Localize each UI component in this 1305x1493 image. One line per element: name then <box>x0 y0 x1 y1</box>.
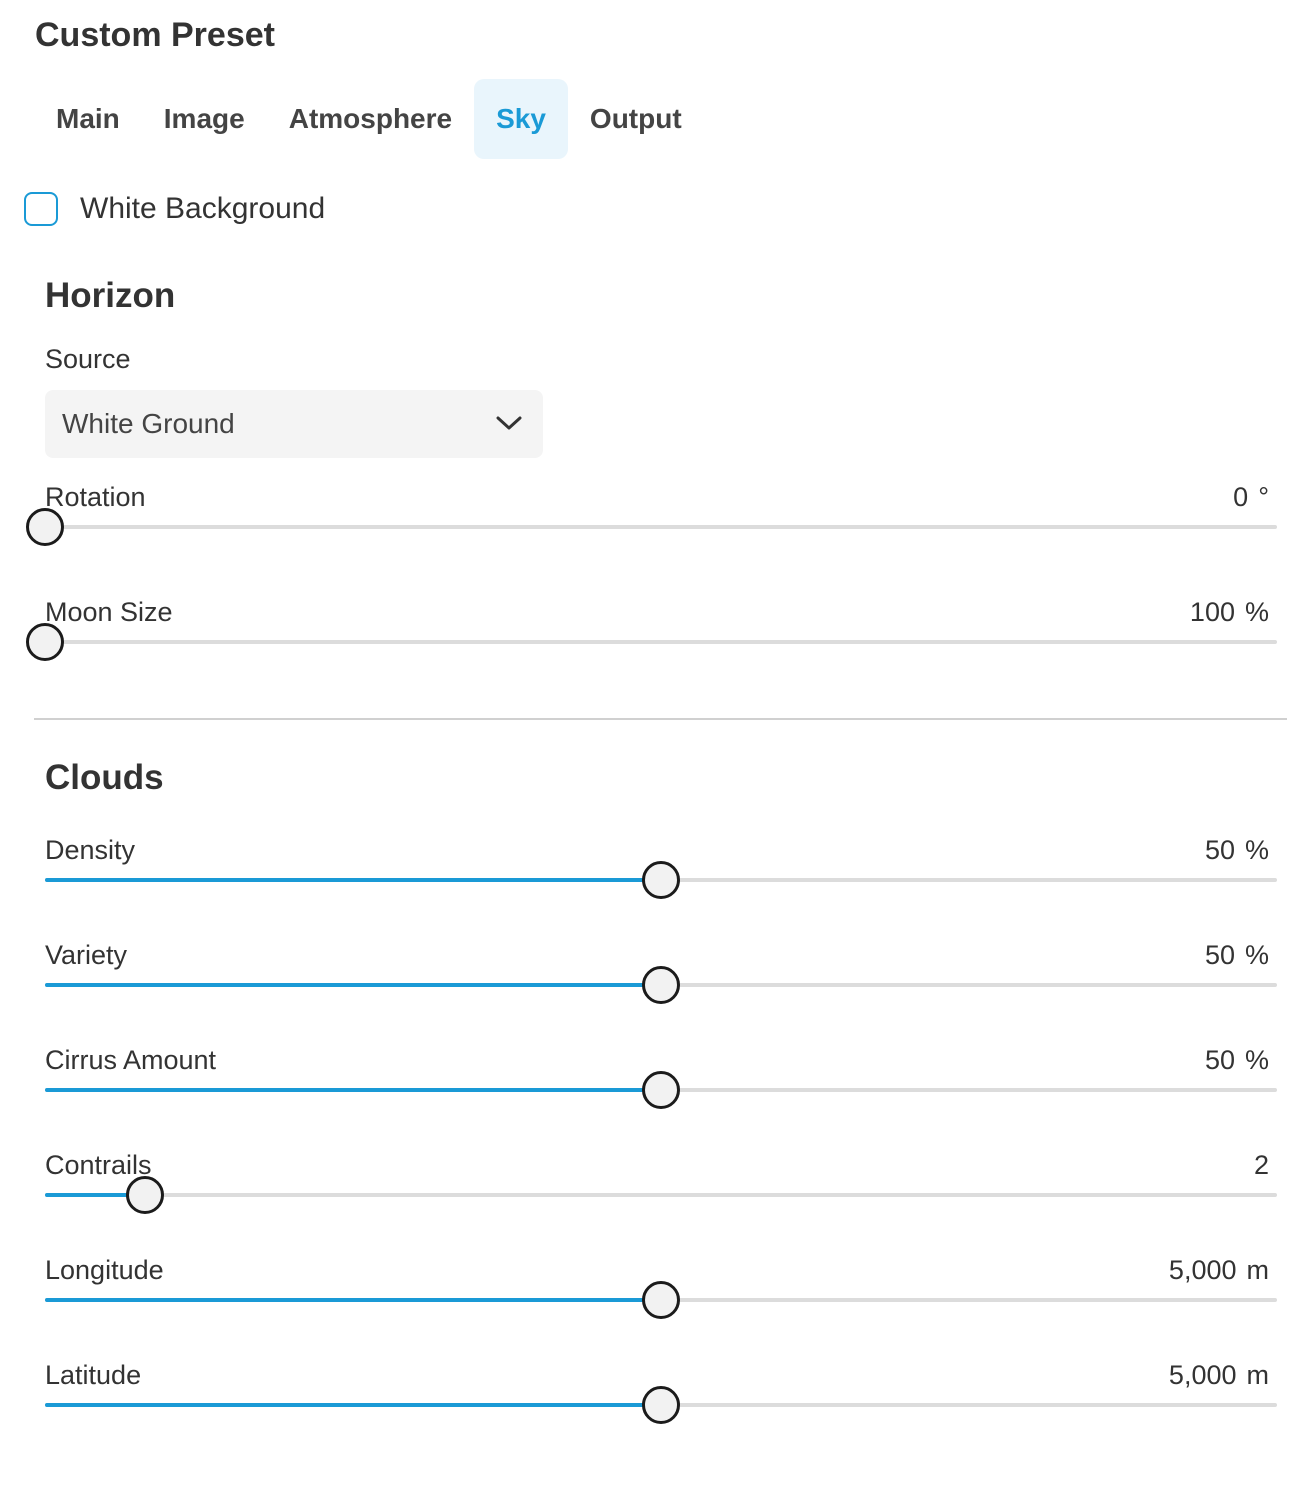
source-label: Source <box>45 344 131 374</box>
longitude-label: Longitude <box>45 1255 164 1285</box>
latitude-value: 5,000 m <box>1168 1360 1269 1390</box>
chevron-down-icon <box>496 416 522 430</box>
white-background-checkbox[interactable] <box>24 192 58 226</box>
density-slider-fill <box>45 878 661 882</box>
rotation-slider-thumb[interactable] <box>26 508 64 546</box>
horizon-section-title: Horizon <box>45 276 176 315</box>
contrails-slider-track[interactable] <box>45 1176 1277 1214</box>
variety-slider-track[interactable] <box>45 966 1277 1004</box>
cirrus-amount-slider-fill <box>45 1088 661 1092</box>
white-background-toggle[interactable]: White Background <box>24 187 325 231</box>
rotation-label: Rotation <box>45 482 146 512</box>
source-select[interactable]: White Ground <box>45 390 543 458</box>
longitude-slider-fill <box>45 1298 661 1302</box>
variety-label: Variety <box>45 940 128 970</box>
section-divider <box>34 718 1287 720</box>
cirrus-amount-value: 50% <box>1204 1045 1269 1075</box>
density-value: 50% <box>1204 835 1269 865</box>
rotation-slider-track[interactable] <box>26 508 1277 546</box>
contrails-value: 2 <box>1253 1150 1269 1180</box>
source-select-value: White Ground <box>62 408 235 439</box>
rotation-value: 0 ° <box>1233 482 1269 512</box>
tab-bar: Main Image Atmosphere Sky Output <box>34 79 704 159</box>
cirrus-amount-slider-track[interactable] <box>45 1071 1277 1109</box>
variety-slider-fill <box>45 983 661 987</box>
moon-size-slider-thumb[interactable] <box>26 623 64 661</box>
density-slider-group: Density 50% <box>45 833 1277 913</box>
clouds-section-title: Clouds <box>45 758 164 797</box>
contrails-label: Contrails <box>45 1150 152 1180</box>
contrails-slider-group: Contrails 2 <box>45 1148 1277 1228</box>
cirrus-amount-label: Cirrus Amount <box>45 1045 217 1075</box>
latitude-slider-group: Latitude 5,000 m <box>45 1358 1277 1438</box>
latitude-slider-thumb[interactable] <box>642 1386 680 1424</box>
tab-main[interactable]: Main <box>34 79 142 159</box>
moon-size-label: Moon Size <box>45 597 173 627</box>
longitude-value: 5,000 m <box>1168 1255 1269 1285</box>
latitude-label: Latitude <box>45 1360 142 1390</box>
longitude-slider-track[interactable] <box>45 1281 1277 1319</box>
tab-image[interactable]: Image <box>142 79 267 159</box>
longitude-slider-thumb[interactable] <box>642 1281 680 1319</box>
density-slider-track[interactable] <box>45 861 1277 899</box>
latitude-slider-track[interactable] <box>45 1386 1277 1424</box>
moon-size-slider-group: Moon Size 100% <box>26 595 1277 675</box>
density-slider-thumb[interactable] <box>642 861 680 899</box>
rotation-slider-group: Rotation 0 ° <box>26 480 1277 560</box>
tab-output[interactable]: Output <box>568 79 704 159</box>
tab-atmosphere[interactable]: Atmosphere <box>267 79 474 159</box>
density-label: Density <box>45 835 136 865</box>
cirrus-amount-slider-thumb[interactable] <box>642 1071 680 1109</box>
tab-sky[interactable]: Sky <box>474 79 568 159</box>
white-background-label: White Background <box>80 192 326 225</box>
variety-slider-group: Variety 50% <box>45 938 1277 1018</box>
latitude-slider-fill <box>45 1403 661 1407</box>
cirrus-amount-slider-group: Cirrus Amount 50% <box>45 1043 1277 1123</box>
contrails-slider-thumb[interactable] <box>125 1176 164 1214</box>
longitude-slider-group: Longitude 5,000 m <box>45 1253 1277 1333</box>
page-title: Custom Preset <box>35 16 275 54</box>
variety-slider-thumb[interactable] <box>642 966 680 1004</box>
moon-size-slider-track[interactable] <box>26 623 1277 661</box>
moon-size-value: 100% <box>1189 597 1269 627</box>
variety-value: 50% <box>1204 940 1269 970</box>
